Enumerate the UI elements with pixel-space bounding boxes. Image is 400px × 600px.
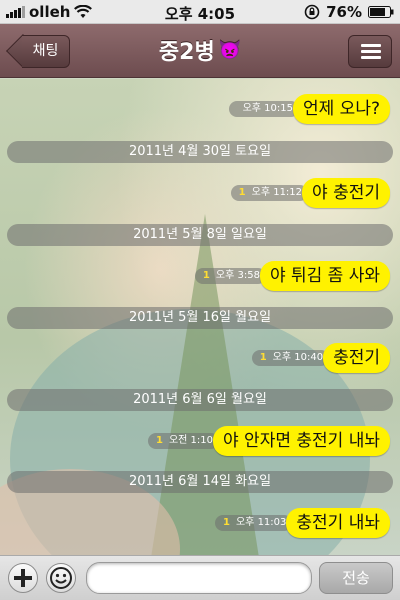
chat-title: 중2병 👿 (120, 34, 280, 66)
menu-icon-bar (361, 50, 381, 53)
message-row: 1 오전 1:10 야 안자면 충전기 내놔 (148, 426, 390, 456)
message-time: 오후 10:15 (242, 103, 293, 114)
message-bubble[interactable]: 야 튀김 좀 사와 (259, 261, 390, 291)
chat-area[interactable]: 오후 10:15 언제 오나? 2011년 4월 30일 토요일 1 오후 11… (0, 79, 400, 555)
message-meta: 1 오후 11:03 (215, 515, 293, 531)
emoticon-button[interactable] (46, 563, 76, 593)
message-row: 1 오후 10:40 충전기 (251, 343, 390, 373)
date-divider: 2011년 5월 8일 일요일 (7, 224, 393, 246)
chat-title-text: 중2병 (158, 40, 215, 65)
plus-icon (14, 569, 32, 587)
message-bubble[interactable]: 야 안자면 충전기 내놔 (213, 426, 390, 456)
unread-count: 1 (259, 352, 267, 363)
unread-count: 1 (223, 517, 230, 528)
back-button[interactable]: 채팅 (6, 34, 70, 68)
back-button-label: 채팅 (22, 35, 70, 68)
date-divider: 2011년 6월 14일 화요일 (7, 471, 393, 493)
input-toolbar: 전송 (0, 555, 400, 600)
message-meta: 오후 10:15 (228, 101, 299, 117)
date-divider: 2011년 5월 16일 월요일 (7, 307, 393, 329)
message-row: 1 오후 11:03 충전기 내놔 (215, 508, 390, 538)
unread-count: 1 (202, 270, 210, 281)
message-input[interactable] (86, 562, 312, 594)
message-row: 1 오후 3:58 야 튀김 좀 사와 (194, 261, 390, 291)
status-bar: olleh 오후 4:05 76% (0, 0, 400, 24)
message-time: 오후 10:40 (272, 352, 324, 363)
message-row: 1 오후 11:12 야 충전기 (230, 178, 390, 208)
add-button[interactable] (8, 563, 38, 593)
unread-count: 1 (156, 435, 163, 446)
message-time: 오전 1:10 (168, 435, 214, 446)
rotation-lock-icon (304, 4, 320, 20)
status-right: 76% (304, 3, 394, 21)
devil-emoji-icon: 👿 (218, 39, 242, 61)
message-time: 오후 11:12 (251, 187, 303, 198)
message-time: 오후 11:03 (235, 517, 287, 528)
message-time: 오후 3:58 (215, 270, 260, 281)
message-meta: 1 오후 10:40 (251, 350, 330, 366)
date-divider: 2011년 6월 6일 월요일 (7, 389, 393, 411)
message-meta: 1 오전 1:10 (148, 433, 220, 449)
battery-percent: 76% (326, 3, 362, 21)
message-bubble[interactable]: 충전기 (323, 343, 390, 373)
message-meta: 1 오후 3:58 (194, 268, 266, 284)
message-bubble[interactable]: 언제 오나? (293, 94, 390, 124)
message-bubble[interactable]: 충전기 내놔 (286, 508, 390, 538)
menu-icon-bar (361, 56, 381, 59)
date-divider: 2011년 4월 30일 토요일 (7, 141, 393, 163)
nav-bar: 채팅 중2병 👿 (0, 24, 400, 78)
menu-button[interactable] (348, 35, 392, 68)
message-bubble[interactable]: 야 충전기 (302, 178, 390, 208)
battery-icon (368, 6, 394, 18)
message-meta: 1 오후 11:12 (230, 185, 309, 201)
message-row: 오후 10:15 언제 오나? (228, 94, 390, 124)
send-button[interactable]: 전송 (319, 562, 393, 594)
smiley-icon (50, 567, 72, 589)
menu-icon (361, 44, 381, 47)
unread-count: 1 (238, 187, 246, 198)
